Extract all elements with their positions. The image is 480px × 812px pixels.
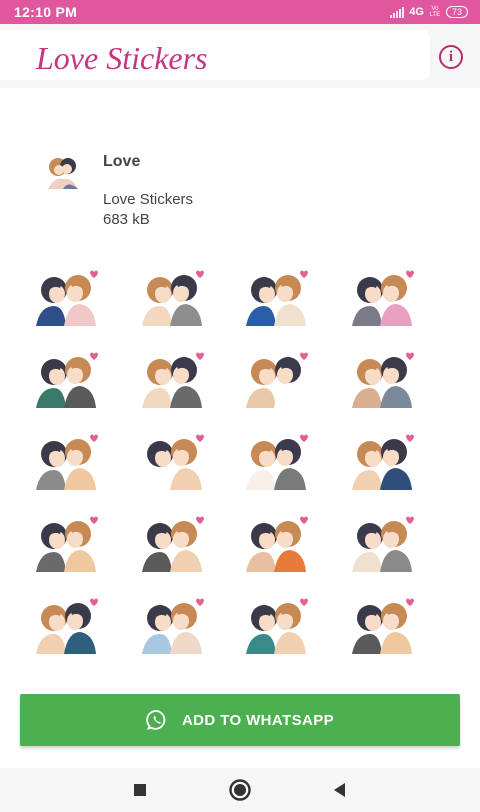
pack-publisher: Love Stickers: [103, 191, 194, 208]
app-title: Love Stickers: [36, 40, 208, 76]
sticker-image[interactable]: [30, 430, 102, 490]
pack-size: 683 kB: [103, 211, 150, 228]
signal-icon: [390, 6, 405, 18]
volte-indicator: Vo LTE: [429, 6, 441, 18]
recents-square-icon[interactable]: [128, 778, 152, 802]
sticker-image[interactable]: [346, 512, 418, 572]
sticker-image[interactable]: [346, 594, 418, 654]
add-to-whatsapp-label: ADD TO WHATSAPP: [181, 711, 335, 729]
sticker-image[interactable]: [346, 348, 418, 408]
sticker-image[interactable]: [30, 348, 102, 408]
sticker-image[interactable]: [240, 348, 312, 408]
sticker-image[interactable]: [346, 266, 418, 326]
pack-name: Love: [103, 153, 141, 170]
sticker-image[interactable]: [30, 594, 102, 654]
sticker-image[interactable]: [240, 430, 312, 490]
sticker-image[interactable]: [136, 266, 208, 326]
home-circle-icon[interactable]: [228, 778, 252, 802]
sticker-image[interactable]: [136, 594, 208, 654]
sticker-image[interactable]: [30, 512, 102, 572]
back-triangle-icon[interactable]: [328, 778, 352, 802]
content-card: [0, 88, 480, 768]
sticker-image[interactable]: [136, 348, 208, 408]
battery-icon: 73: [445, 6, 468, 18]
sticker-image[interactable]: [346, 430, 418, 490]
network-type: 4G: [409, 6, 424, 18]
sticker-image[interactable]: [240, 594, 312, 654]
sticker-image[interactable]: [240, 266, 312, 326]
status-time: 12:10 PM: [14, 4, 78, 20]
sticker-image[interactable]: [30, 266, 102, 326]
add-to-whatsapp-button[interactable]: ADD TO WHATSAPP: [20, 694, 460, 746]
status-bar: 12:10 PM 4G Vo LTE 73: [0, 0, 480, 24]
navigation-bar: [0, 768, 480, 812]
sticker-image[interactable]: [136, 512, 208, 572]
sticker-image[interactable]: [240, 512, 312, 572]
app-bar: Love Stickers i: [0, 24, 480, 88]
pack-tray-icon: [48, 158, 78, 189]
whatsapp-icon: [146, 710, 166, 730]
status-icons: 4G Vo LTE 73: [390, 6, 468, 18]
sticker-image[interactable]: [136, 430, 208, 490]
info-icon[interactable]: i: [439, 45, 463, 69]
